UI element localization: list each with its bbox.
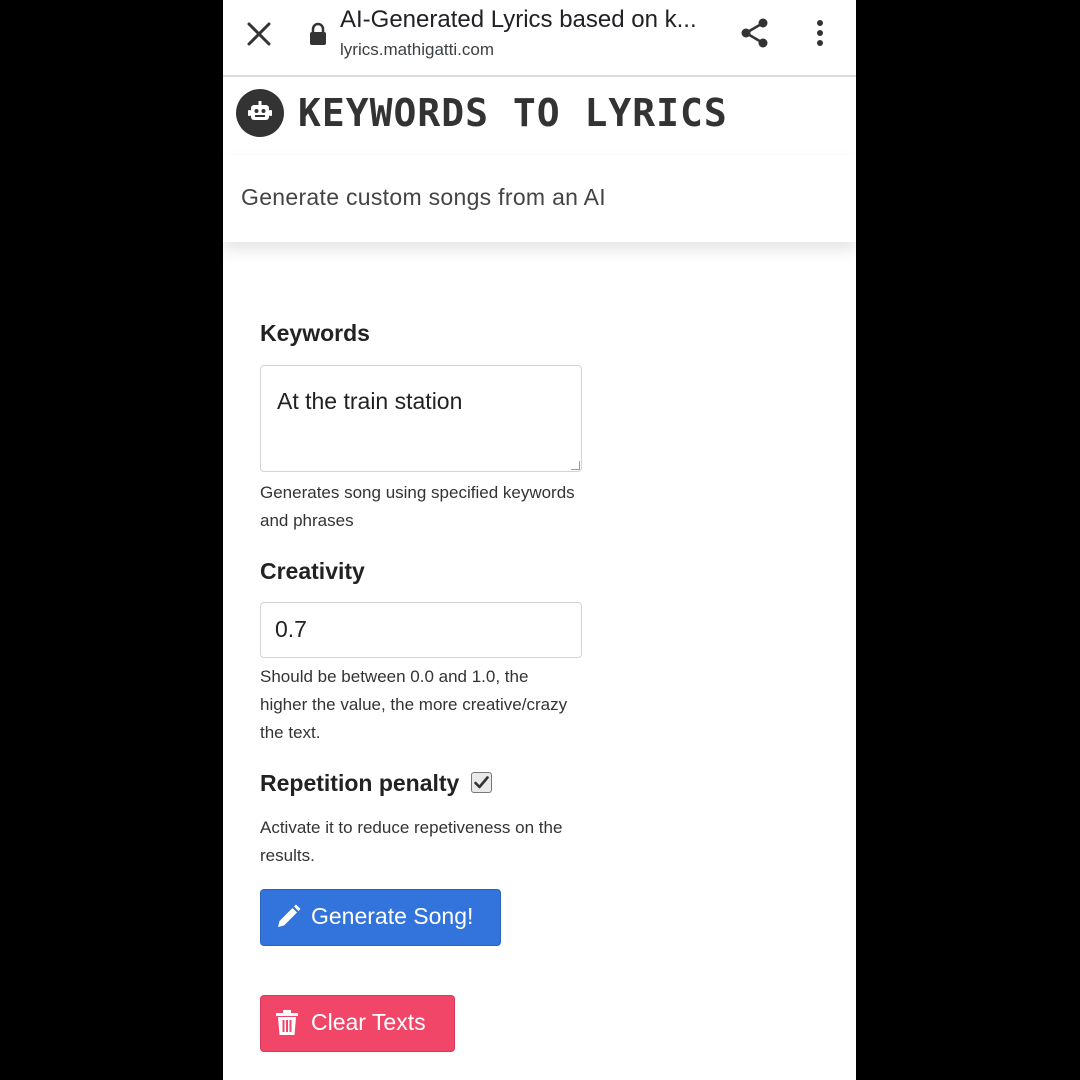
share-icon[interactable] (738, 16, 772, 50)
site-header: KEYWORDS TO LYRICS (223, 77, 856, 155)
creativity-value: 0.7 (275, 616, 307, 642)
browser-url[interactable]: lyrics.mathigatti.com (340, 40, 494, 60)
pencil-icon (275, 904, 301, 936)
generate-song-label: Generate Song! (311, 903, 474, 929)
creativity-input[interactable]: 0.7 (260, 602, 582, 658)
repetition-help: Activate it to reduce repetiveness on th… (260, 818, 563, 865)
keywords-textarea[interactable]: At the train station (260, 365, 582, 472)
tagline: Generate custom songs from an AI (241, 184, 606, 210)
repetition-label: Repetition penalty (260, 770, 460, 796)
close-icon[interactable] (245, 20, 273, 48)
keywords-help: Generates song using specified keywords … (260, 483, 575, 530)
trash-icon (275, 1010, 299, 1042)
keywords-value: At the train station (277, 388, 463, 414)
checkmark-icon (474, 776, 489, 789)
robot-icon[interactable] (236, 89, 284, 137)
creativity-help: Should be between 0.0 and 1.0, the highe… (260, 667, 568, 742)
phone-screen: AI-Generated Lyrics based on k... lyrics… (223, 0, 856, 1080)
resize-handle[interactable] (571, 461, 580, 470)
hero-band: Generate custom songs from an AI (223, 155, 856, 242)
creativity-label: Creativity (260, 558, 365, 584)
clear-texts-button[interactable]: Clear Texts (260, 995, 455, 1052)
lock-icon (308, 22, 328, 46)
repetition-checkbox[interactable] (471, 772, 492, 793)
clear-texts-label: Clear Texts (311, 1009, 426, 1035)
browser-toolbar: AI-Generated Lyrics based on k... lyrics… (223, 0, 856, 77)
browser-page-title: AI-Generated Lyrics based on k... (340, 6, 697, 33)
site-brand-title[interactable]: KEYWORDS TO LYRICS (298, 91, 728, 135)
keywords-label: Keywords (260, 320, 370, 346)
more-vert-icon[interactable] (808, 16, 832, 50)
generate-song-button[interactable]: Generate Song! (260, 889, 501, 946)
